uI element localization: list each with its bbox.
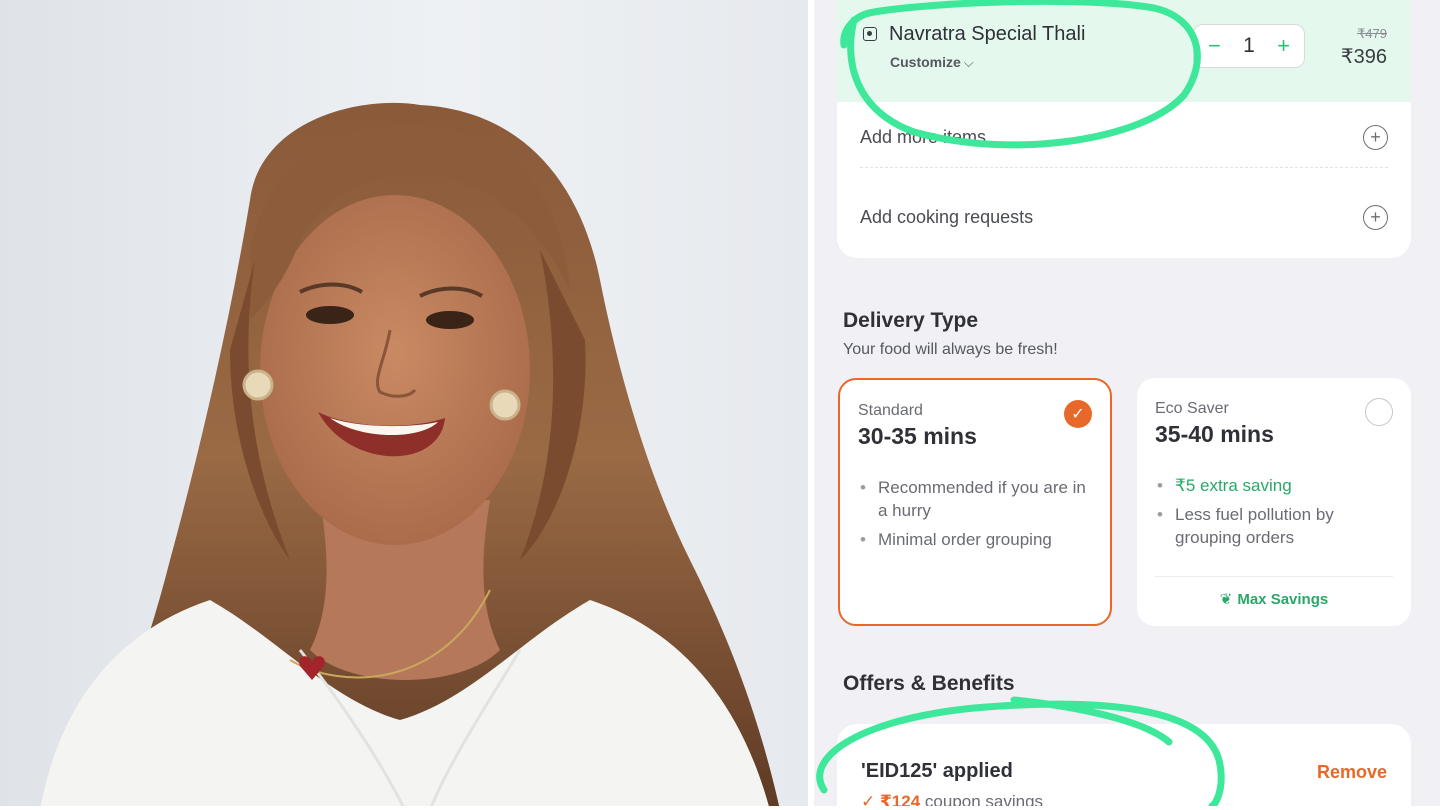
option-time: 30-35 mins	[858, 423, 977, 449]
savings-amount: ₹124	[879, 792, 921, 806]
increment-button[interactable]: +	[1277, 35, 1290, 57]
option-label: Standard	[858, 402, 923, 419]
delivery-option-eco-saver[interactable]: Eco Saver 35-40 mins ₹5 extra saving Les…	[1137, 378, 1411, 626]
coupon-applied-label: 'EID125' applied	[861, 760, 1013, 782]
chevron-down-icon: ⌵	[963, 55, 974, 70]
option-point: ₹5 extra saving	[1155, 474, 1395, 497]
delivery-type-title: Delivery Type	[843, 309, 979, 332]
delivery-option-standard[interactable]: Standard 30-35 mins ✓ Recommended if you…	[838, 378, 1112, 626]
offers-title: Offers & Benefits	[843, 672, 1015, 695]
coupon-savings: ✓ ₹124 coupon savings	[861, 792, 1043, 806]
delivery-type-subtitle: Your food will always be fresh!	[843, 341, 1058, 358]
option-points: ₹5 extra saving Less fuel pollution by g…	[1155, 474, 1395, 555]
check-icon[interactable]: ✓	[1064, 400, 1092, 428]
price-original: ₹479	[1357, 26, 1387, 41]
cart-card: Navratra Special Thali Customize ⌵ − 1 + …	[837, 0, 1411, 258]
divider	[1155, 576, 1393, 577]
decrement-button[interactable]: −	[1208, 35, 1221, 57]
remove-coupon-button[interactable]: Remove	[1317, 762, 1387, 783]
coupon-card: 'EID125' applied Remove ✓ ₹124 coupon sa…	[837, 724, 1411, 806]
option-point: Recommended if you are in a hurry	[858, 476, 1098, 522]
option-time: 35-40 mins	[1155, 421, 1274, 447]
max-savings-label: Max Savings	[1237, 591, 1329, 608]
option-label: Eco Saver	[1155, 400, 1229, 417]
sprout-icon: ❦	[1219, 591, 1233, 608]
quantity-stepper[interactable]: − 1 +	[1193, 24, 1305, 68]
quantity-value: 1	[1243, 34, 1255, 57]
bottom-strip	[0, 806, 1440, 810]
add-more-items-row[interactable]: Add more items +	[860, 108, 1388, 168]
portrait-illustration	[0, 0, 810, 810]
max-savings-badge: ❦ Max Savings	[1137, 590, 1411, 608]
add-cooking-requests-label: Add cooking requests	[860, 206, 1034, 227]
option-point: Minimal order grouping	[858, 528, 1098, 551]
add-more-items-label: Add more items	[860, 127, 987, 147]
savings-text: coupon savings	[924, 792, 1044, 806]
veg-indicator-icon	[863, 27, 877, 41]
option-point: Less fuel pollution by grouping orders	[1155, 503, 1395, 549]
customize-dropdown[interactable]: Customize ⌵	[890, 54, 974, 71]
add-cooking-requests-row[interactable]: Add cooking requests +	[860, 187, 1388, 247]
option-points: Recommended if you are in a hurry Minima…	[858, 476, 1098, 557]
radio-button[interactable]	[1365, 398, 1393, 426]
price-current: ₹396	[1340, 46, 1387, 68]
customize-label: Customize	[890, 54, 961, 70]
portrait-photo	[0, 0, 810, 810]
plus-circle-icon[interactable]: +	[1363, 204, 1388, 230]
checkout-screen: Navratra Special Thali Customize ⌵ − 1 + …	[814, 0, 1440, 806]
plus-circle-icon[interactable]: +	[1363, 125, 1388, 150]
cart-item-row: Navratra Special Thali Customize ⌵ − 1 + …	[837, 0, 1411, 102]
check-icon: ✓	[861, 792, 880, 806]
item-name: Navratra Special Thali	[889, 23, 1086, 45]
